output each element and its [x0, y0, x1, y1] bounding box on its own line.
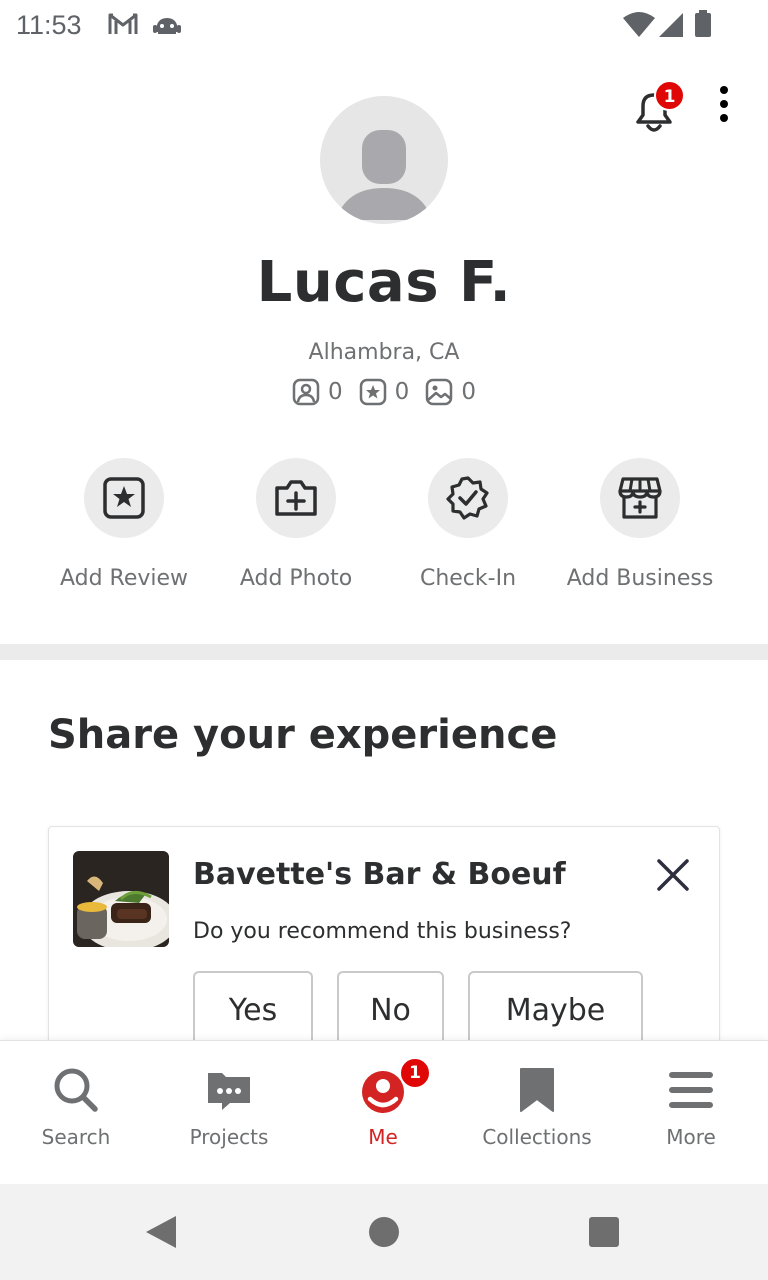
projects-icon: [208, 1073, 250, 1110]
home-icon[interactable]: [368, 1216, 400, 1248]
wifi-icon: [623, 12, 655, 37]
me-notification-badge: 1: [399, 1057, 431, 1089]
add-business-button[interactable]: Add Business: [554, 458, 726, 591]
nav-more[interactable]: More: [616, 1041, 766, 1185]
no-button[interactable]: No: [337, 971, 444, 1051]
nav-collections-label: Collections: [482, 1125, 592, 1149]
more-options-icon[interactable]: [708, 84, 740, 124]
nav-search-label: Search: [41, 1125, 111, 1149]
nav-me-label: Me: [368, 1125, 398, 1149]
photos-icon: [426, 378, 453, 406]
business-name[interactable]: Bavette's Bar & Boeuf: [193, 857, 566, 892]
status-bar: 11:53: [0, 0, 768, 50]
add-review-button[interactable]: Add Review: [38, 458, 210, 591]
notification-badge: 1: [654, 80, 685, 111]
signal-icon: [659, 13, 683, 37]
verified-badge-icon: [446, 476, 489, 520]
bookmark-icon: [520, 1068, 554, 1112]
avatar[interactable]: [320, 96, 448, 224]
star-square-icon: [103, 477, 145, 519]
check-in-label: Check-In: [419, 566, 517, 591]
android-icon: [153, 18, 181, 34]
photos-stat: 0: [425, 378, 476, 406]
search-icon: [54, 1068, 98, 1112]
nav-collections[interactable]: Collections: [462, 1041, 612, 1185]
bottom-nav: Search Projects 1 Me Collections More: [0, 1040, 768, 1184]
maybe-button[interactable]: Maybe: [468, 971, 643, 1051]
profile-location: Alhambra, CA: [308, 340, 460, 365]
gmail-icon: [108, 13, 138, 34]
nav-me[interactable]: 1 Me: [308, 1041, 458, 1185]
nav-projects-label: Projects: [189, 1125, 269, 1149]
default-avatar-icon: [336, 130, 432, 220]
profile-name: Lucas F.: [256, 250, 512, 315]
nav-search[interactable]: Search: [1, 1041, 151, 1185]
storefront-plus-icon: [618, 477, 662, 519]
reviews-count: 0: [394, 379, 410, 405]
reviews-icon: [359, 378, 386, 406]
friends-stat: 0: [292, 378, 343, 406]
add-business-label: Add Business: [566, 566, 714, 591]
profile-stats: 0 0 0: [0, 378, 768, 406]
add-photo-label: Add Photo: [239, 566, 353, 591]
add-photo-button[interactable]: Add Photo: [210, 458, 382, 591]
nav-projects[interactable]: Projects: [154, 1041, 304, 1185]
battery-icon: [695, 10, 711, 37]
business-photo[interactable]: [73, 851, 169, 947]
back-icon[interactable]: [144, 1214, 178, 1250]
friends-icon: [292, 378, 320, 406]
friends-count: 0: [328, 379, 343, 405]
status-time: 11:53: [16, 10, 82, 40]
close-icon[interactable]: [653, 855, 693, 895]
quick-actions: Add Review Add Photo Check-In Add Busine…: [0, 458, 768, 608]
menu-icon: [669, 1072, 713, 1108]
camera-plus-icon: [275, 480, 317, 516]
check-in-button[interactable]: Check-In: [382, 458, 554, 591]
recents-icon[interactable]: [588, 1216, 620, 1248]
system-nav-bar: [0, 1184, 768, 1280]
section-divider: [0, 644, 768, 660]
yes-button[interactable]: Yes: [193, 971, 313, 1051]
add-review-label: Add Review: [59, 566, 189, 591]
nav-more-label: More: [666, 1125, 716, 1149]
recommend-question: Do you recommend this business?: [193, 919, 572, 944]
share-section-title: Share your experience: [48, 712, 558, 758]
reviews-stat: 0: [359, 378, 410, 406]
photos-count: 0: [461, 379, 476, 405]
